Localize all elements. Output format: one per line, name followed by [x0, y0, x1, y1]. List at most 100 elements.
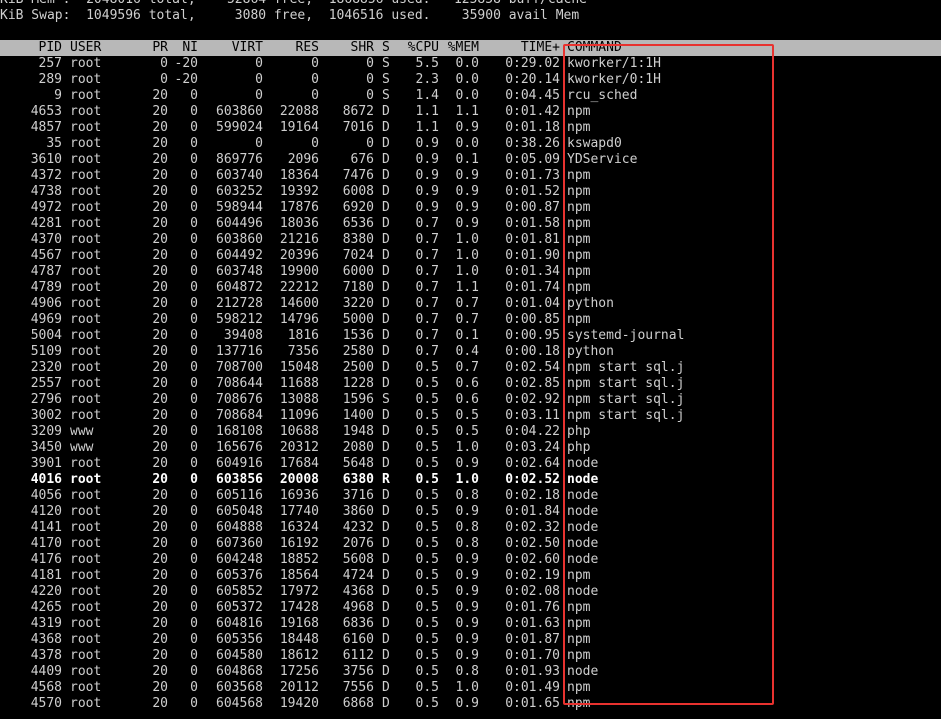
process-row[interactable]: 2557 root 20 0 708644 11688 1228 D 0.5 0.6 0:02.85… — [0, 376, 941, 392]
cell-user: root — [70, 264, 102, 279]
cell-pid: 9 — [54, 88, 62, 103]
process-row[interactable]: 4738 root 20 0 603252 19392 6008 D 0.9 0.9 0:01.52… — [0, 184, 941, 200]
process-row[interactable]: 4372 root 20 0 603740 18364 7476 D 0.9 0.9 0:01.73… — [0, 168, 941, 184]
process-row[interactable]: 289 root 0 -20 0 0 0 S 2.3 0.0 0:20.14 kworker/0:1H — [0, 72, 941, 88]
process-row[interactable]: 4568 root 20 0 603568 20112 7556 D 0.5 1.0 0:01.49… — [0, 680, 941, 696]
cell-cpu: 0.9 — [415, 200, 439, 215]
cell-ni: 0 — [190, 152, 198, 167]
process-row[interactable]: 4787 root 20 0 603748 19900 6000 D 0.7 1.0 0:01.34… — [0, 264, 941, 280]
cell-user: root — [70, 552, 102, 567]
process-row[interactable]: 3002 root 20 0 708684 11096 1400 D 0.5 0.5 0:03.11… — [0, 408, 941, 424]
cell-ni: 0 — [190, 584, 198, 599]
process-row[interactable]: 9 root 20 0 0 0 0 S 1.4 0.0 0:04.45 rcu_sched — [0, 88, 941, 104]
cell-time: 0:00.95 — [505, 328, 560, 343]
col-time[interactable]: TIME+ — [486, 40, 560, 56]
process-row[interactable]: 4265 root 20 0 605372 17428 4968 D 0.5 0.9 0:01.76… — [0, 600, 941, 616]
process-row[interactable]: 4567 root 20 0 604492 20396 7024 D 0.7 1.0 0:01.90… — [0, 248, 941, 264]
cell-time: 0:02.64 — [505, 456, 560, 471]
process-row[interactable]: 4016 root 20 0 603856 20008 6380 R 0.5 1.0 0:02.52… — [0, 472, 941, 488]
process-row[interactable]: 4378 root 20 0 604580 18612 6112 D 0.5 0.9 0:01.70… — [0, 648, 941, 664]
cell-virt: 607360 — [216, 536, 263, 551]
cell-state: D — [382, 504, 390, 519]
cell-cpu: 0.5 — [415, 616, 439, 631]
process-row[interactable]: 4181 root 20 0 605376 18564 4724 D 0.5 0.9 0:02.19… — [0, 568, 941, 584]
cell-shr: 6112 — [342, 648, 374, 663]
process-row[interactable]: 4170 root 20 0 607360 16192 2076 D 0.5 0.8 0:02.50… — [0, 536, 941, 552]
process-row[interactable]: 4972 root 20 0 598944 17876 6920 D 0.9 0.9 0:00.87… — [0, 200, 941, 216]
cell-time: 0:02.54 — [505, 360, 560, 375]
cell-cpu: 5.5 — [415, 56, 439, 71]
process-row[interactable]: 4906 root 20 0 212728 14600 3220 D 0.7 0.7 0:01.04… — [0, 296, 941, 312]
process-row[interactable]: 4141 root 20 0 604888 16324 4232 D 0.5 0.8 0:02.32… — [0, 520, 941, 536]
col-state[interactable]: S — [382, 40, 394, 56]
col-ni[interactable]: NI — [162, 40, 198, 56]
cell-res: 10688 — [279, 424, 319, 439]
col-shr[interactable]: SHR — [324, 40, 374, 56]
process-row[interactable]: 3901 root 20 0 604916 17684 5648 D 0.5 0.9 0:02.64… — [0, 456, 941, 472]
cell-pid: 4789 — [30, 280, 62, 295]
process-row[interactable]: 4789 root 20 0 604872 22212 7180 D 0.7 1.1 0:01.74… — [0, 280, 941, 296]
col-res[interactable]: RES — [270, 40, 319, 56]
cell-pid: 4372 — [30, 168, 62, 183]
cell-state: D — [382, 168, 390, 183]
col-cpu[interactable]: %CPU — [400, 40, 439, 56]
process-row[interactable]: 257 root 0 -20 0 0 0 S 5.5 0.0 0:29.02 kworker/1:1H — [0, 56, 941, 72]
process-row[interactable]: 4176 root 20 0 604248 18852 5608 D 0.5 0.9 0:02.60… — [0, 552, 941, 568]
cell-mem: 1.0 — [455, 264, 479, 279]
memory-summary: KiB Mem : 2048016 total, 52864 free, 186… — [0, 0, 941, 8]
cell-state: D — [382, 568, 390, 583]
process-row[interactable]: 2320 root 20 0 708700 15048 2500 D 0.5 0.7 0:02.54… — [0, 360, 941, 376]
cell-virt: 604580 — [216, 648, 263, 663]
cell-state: D — [382, 648, 390, 663]
process-row[interactable]: 4370 root 20 0 603860 21216 8380 D 0.7 1.0 0:01.81… — [0, 232, 941, 248]
process-row[interactable]: 2796 root 20 0 708676 13088 1596 S 0.5 0.6 0:02.92… — [0, 392, 941, 408]
cell-pid: 3901 — [30, 456, 62, 471]
col-mem[interactable]: %MEM — [440, 40, 479, 56]
process-row[interactable]: 3209 www 20 0 168108 10688 1948 D 0.5 0.5 0:04.22 p… — [0, 424, 941, 440]
col-virt[interactable]: VIRT — [202, 40, 263, 56]
process-row[interactable]: 35 root 20 0 0 0 0 D 0.9 0.0 0:38.26 kswapd0 — [0, 136, 941, 152]
process-row[interactable]: 4653 root 20 0 603860 22088 8672 D 1.1 1.1 0:01.42… — [0, 104, 941, 120]
cell-res: 14600 — [279, 296, 319, 311]
process-row[interactable]: 4319 root 20 0 604816 19168 6836 D 0.5 0.9 0:01.63… — [0, 616, 941, 632]
cell-time: 0:04.22 — [505, 424, 560, 439]
cell-virt: 604568 — [216, 696, 263, 711]
cell-mem: 0.9 — [455, 584, 479, 599]
process-row[interactable]: 3450 www 20 0 165676 20312 2080 D 0.5 1.0 0:03.24 p… — [0, 440, 941, 456]
cell-user: root — [70, 360, 102, 375]
cell-shr: 2500 — [342, 360, 374, 375]
process-row[interactable]: 4056 root 20 0 605116 16936 3716 D 0.5 0.8 0:02.18… — [0, 488, 941, 504]
col-user[interactable]: USER — [70, 40, 110, 56]
cell-virt: 604492 — [216, 248, 263, 263]
cell-virt: 137716 — [216, 344, 263, 359]
cell-time: 0:03.11 — [505, 408, 560, 423]
cell-time: 0:01.52 — [505, 184, 560, 199]
cell-res: 20312 — [279, 440, 319, 455]
cell-time: 0:01.42 — [505, 104, 560, 119]
cell-state: D — [382, 696, 390, 711]
cell-user: root — [70, 568, 102, 583]
process-row[interactable]: 3610 root 20 0 869776 2096 676 D 0.9 0.1 0:05.09 YD… — [0, 152, 941, 168]
cell-cpu: 0.7 — [415, 296, 439, 311]
process-row[interactable]: 5109 root 20 0 137716 7356 2580 D 0.7 0.4 0:00.18 p… — [0, 344, 941, 360]
col-pid[interactable]: PID — [10, 40, 62, 56]
cell-shr: 1948 — [342, 424, 374, 439]
process-row[interactable]: 4857 root 20 0 599024 19164 7016 D 1.1 0.9 0:01.18… — [0, 120, 941, 136]
cell-mem: 0.5 — [455, 408, 479, 423]
process-row[interactable]: 4281 root 20 0 604496 18036 6536 D 0.7 0.9 0:01.58… — [0, 216, 941, 232]
cell-pid: 257 — [38, 56, 62, 71]
process-row[interactable]: 4570 root 20 0 604568 19420 6868 D 0.5 0.9 0:01.65… — [0, 696, 941, 712]
process-row[interactable]: 4120 root 20 0 605048 17740 3860 D 0.5 0.9 0:01.84… — [0, 504, 941, 520]
process-row[interactable]: 5004 root 20 0 39408 1816 1536 D 0.7 0.1 0:00.95 sy… — [0, 328, 941, 344]
cell-virt: 603860 — [216, 232, 263, 247]
cell-ni: 0 — [190, 408, 198, 423]
cell-virt: 212728 — [216, 296, 263, 311]
cell-time: 0:05.09 — [505, 152, 560, 167]
process-row[interactable]: 4409 root 20 0 604868 17256 3756 D 0.5 0.8 0:01.93… — [0, 664, 941, 680]
process-row[interactable]: 4969 root 20 0 598212 14796 5000 D 0.7 0.7 0:00.85… — [0, 312, 941, 328]
cell-shr: 4368 — [342, 584, 374, 599]
process-row[interactable]: 4368 root 20 0 605356 18448 6160 D 0.5 0.9 0:01.87… — [0, 632, 941, 648]
cell-mem: 0.9 — [455, 216, 479, 231]
process-row[interactable]: 4220 root 20 0 605852 17972 4368 D 0.5 0.9 0:02.08… — [0, 584, 941, 600]
cell-state: S — [382, 88, 390, 103]
